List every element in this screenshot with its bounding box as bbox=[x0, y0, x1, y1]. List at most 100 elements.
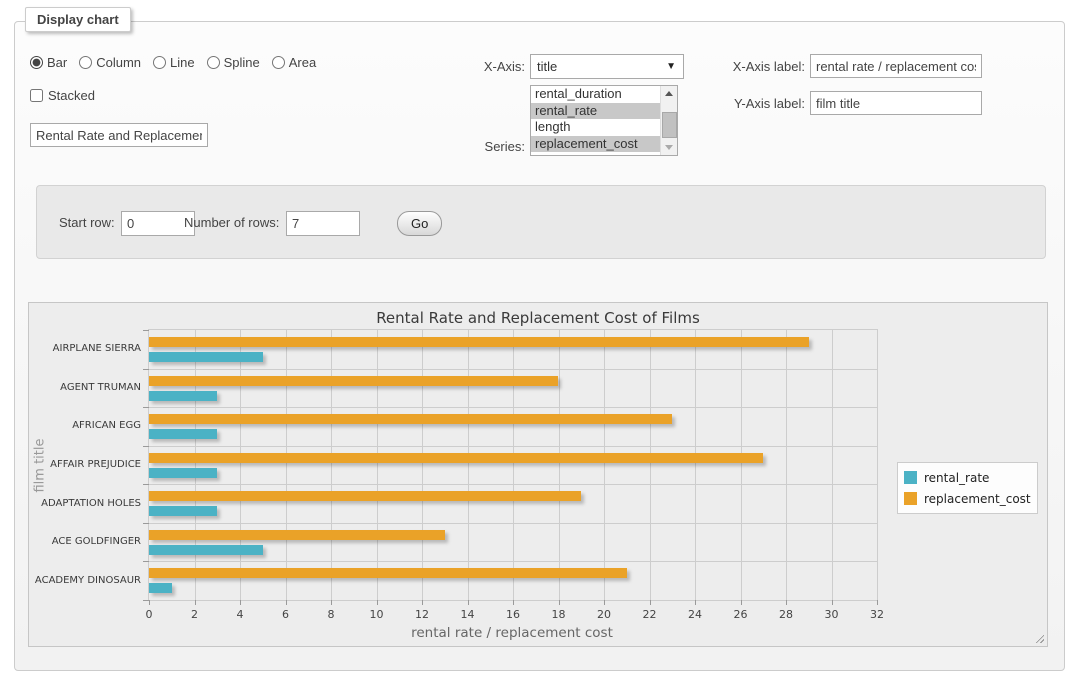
chart-type-radio-label: Area bbox=[289, 55, 316, 70]
bar-replacement_cost bbox=[149, 453, 763, 463]
x-axis-tick bbox=[195, 600, 196, 605]
series-option-length[interactable]: length bbox=[531, 119, 677, 136]
x-axis-tick bbox=[149, 600, 150, 605]
chart-type-option-spline: Spline bbox=[207, 55, 260, 70]
x-axis-tick-label: 18 bbox=[552, 608, 566, 621]
x-axis-select[interactable]: title ▼ bbox=[530, 54, 684, 79]
x-axis-tick-label: 16 bbox=[506, 608, 520, 621]
y-axis-category-label: AFRICAN EGG bbox=[72, 420, 141, 431]
chart-title-input[interactable] bbox=[30, 123, 208, 147]
chart-title: Rental Rate and Replacement Cost of Film… bbox=[29, 309, 1047, 327]
x-axis-tick bbox=[422, 600, 423, 605]
x-axis-tick-label: 6 bbox=[282, 608, 289, 621]
gridline bbox=[149, 561, 877, 562]
gridline bbox=[149, 484, 877, 485]
chart-type-radio-line[interactable] bbox=[153, 56, 166, 69]
chevron-down-icon: ▼ bbox=[666, 55, 676, 78]
legend-swatch bbox=[904, 471, 917, 484]
gridline bbox=[559, 330, 560, 600]
x-axis-label-input[interactable] bbox=[810, 54, 982, 78]
bar-rental_rate bbox=[149, 429, 217, 439]
chart-container: Rental Rate and Replacement Cost of Film… bbox=[28, 302, 1048, 647]
num-rows-input[interactable] bbox=[286, 211, 360, 236]
stacked-checkbox[interactable] bbox=[30, 89, 43, 102]
series-option-rental_rate[interactable]: rental_rate bbox=[531, 103, 677, 120]
y-axis-tick bbox=[143, 330, 149, 331]
chart-legend: rental_ratereplacement_cost bbox=[897, 462, 1038, 514]
x-axis-select-label: X-Axis: bbox=[420, 59, 525, 75]
legend-row: rental_rate bbox=[904, 467, 1031, 488]
gridline bbox=[149, 369, 877, 370]
x-axis-tick bbox=[559, 600, 560, 605]
stacked-checkbox-row: Stacked bbox=[30, 88, 95, 103]
chart-type-radio-label: Line bbox=[170, 55, 195, 70]
y-axis-tick bbox=[143, 523, 149, 524]
y-axis-tick bbox=[143, 446, 149, 447]
series-scrollbar[interactable] bbox=[660, 86, 677, 155]
x-axis-tick-label: 10 bbox=[370, 608, 384, 621]
chart-type-radio-bar[interactable] bbox=[30, 56, 43, 69]
gridline bbox=[240, 330, 241, 600]
panel-legend: Display chart bbox=[25, 7, 131, 32]
legend-swatch bbox=[904, 492, 917, 505]
bar-rental_rate bbox=[149, 352, 263, 362]
x-axis-tick bbox=[832, 600, 833, 605]
y-axis-category-label: AFFAIR PREJUDICE bbox=[50, 459, 141, 470]
go-button[interactable]: Go bbox=[397, 211, 442, 236]
y-axis-tick bbox=[143, 369, 149, 370]
bar-rental_rate bbox=[149, 391, 217, 401]
series-option-rental_duration[interactable]: rental_duration bbox=[531, 86, 677, 103]
resize-grip-icon[interactable] bbox=[1033, 632, 1044, 643]
y-axis-label-input[interactable] bbox=[810, 91, 982, 115]
chart-type-radio-label: Spline bbox=[224, 55, 260, 70]
chart-type-radio-area[interactable] bbox=[272, 56, 285, 69]
gridline bbox=[741, 330, 742, 600]
x-axis-tick-label: 32 bbox=[870, 608, 884, 621]
x-axis-select-value: title bbox=[537, 59, 557, 74]
chart-type-option-bar: Bar bbox=[30, 55, 67, 70]
series-option-replacement_cost[interactable]: replacement_cost bbox=[531, 136, 677, 153]
x-axis-tick bbox=[877, 600, 878, 605]
series-multiselect[interactable]: rental_durationrental_ratelengthreplacem… bbox=[530, 85, 678, 156]
bar-rental_rate bbox=[149, 583, 172, 593]
x-axis-tick-label: 14 bbox=[461, 608, 475, 621]
x-axis-tick-label: 8 bbox=[328, 608, 335, 621]
y-axis-tick bbox=[143, 407, 149, 408]
gridline bbox=[604, 330, 605, 600]
x-axis-tick-label: 26 bbox=[734, 608, 748, 621]
x-axis-tick bbox=[331, 600, 332, 605]
x-axis-tick-label: 12 bbox=[415, 608, 429, 621]
bar-replacement_cost bbox=[149, 530, 445, 540]
chart-type-radio-label: Bar bbox=[47, 55, 67, 70]
chart-plot-area: 02468101214161820222426283032AIRPLANE SI… bbox=[148, 329, 878, 601]
chart-type-radio-column[interactable] bbox=[79, 56, 92, 69]
chart-x-axis-title: rental rate / replacement cost bbox=[148, 625, 876, 641]
gridline bbox=[786, 330, 787, 600]
y-axis-label-caption: Y-Axis label: bbox=[715, 96, 805, 112]
x-axis-tick-label: 28 bbox=[779, 608, 793, 621]
gridline bbox=[832, 330, 833, 600]
scroll-up-arrow-icon[interactable] bbox=[661, 86, 677, 101]
row-range-fieldset: Start row: Number of rows: Go bbox=[36, 185, 1046, 259]
bar-rental_rate bbox=[149, 545, 263, 555]
gridline bbox=[331, 330, 332, 600]
gridline bbox=[377, 330, 378, 600]
x-axis-tick bbox=[240, 600, 241, 605]
bar-replacement_cost bbox=[149, 414, 672, 424]
gridline bbox=[195, 330, 196, 600]
chart-type-option-column: Column bbox=[79, 55, 141, 70]
gridline bbox=[149, 407, 877, 408]
legend-label: rental_rate bbox=[924, 471, 989, 485]
chart-type-radio-label: Column bbox=[96, 55, 141, 70]
scrollbar-thumb[interactable] bbox=[662, 112, 677, 138]
x-axis-tick bbox=[513, 600, 514, 605]
scroll-down-arrow-icon[interactable] bbox=[661, 140, 677, 155]
x-axis-tick-label: 4 bbox=[237, 608, 244, 621]
x-axis-tick bbox=[377, 600, 378, 605]
x-axis-tick bbox=[741, 600, 742, 605]
x-axis-tick-label: 2 bbox=[191, 608, 198, 621]
gridline bbox=[286, 330, 287, 600]
bar-replacement_cost bbox=[149, 376, 558, 386]
chart-type-radio-spline[interactable] bbox=[207, 56, 220, 69]
stacked-label: Stacked bbox=[48, 88, 95, 103]
